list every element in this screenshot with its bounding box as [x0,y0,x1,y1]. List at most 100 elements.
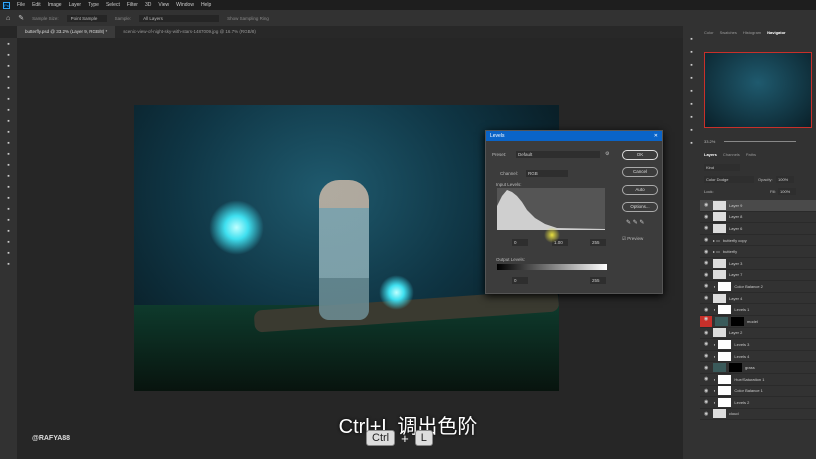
marquee-tool-icon[interactable]: ▪ [5,52,13,60]
zoom-tool-icon[interactable]: ▪ [5,261,13,269]
channel-select[interactable]: RGB [526,170,568,177]
properties-panel-icon[interactable]: ▪ [688,62,696,70]
tab-night-sky[interactable]: scenic-view-of-night-sky-with-stars-1487… [115,26,264,38]
crop-tool-icon[interactable]: ▪ [5,85,13,93]
visibility-eye-icon[interactable]: ◉ [704,365,710,371]
layer-row[interactable]: ◉ Layer 3 [700,258,816,270]
tab-histogram[interactable]: Histogram [743,30,761,35]
sample-size-select[interactable]: Point Sample [66,14,107,22]
layer-row[interactable]: ◉ ◑ Color Balance 2 [700,281,816,293]
sample-select[interactable]: All Layers [139,14,220,22]
stamp-tool-icon[interactable]: ▪ [5,140,13,148]
blend-mode-select[interactable]: Color Dodge [704,176,754,183]
visibility-eye-icon[interactable]: ◉ [704,225,710,231]
fill-field[interactable]: 100% [778,188,796,195]
history-panel-icon[interactable]: ▪ [688,36,696,44]
lasso-tool-icon[interactable]: ▪ [5,63,13,71]
show-sampling-ring-checkbox[interactable]: Show Sampling Ring [227,16,269,21]
eraser-tool-icon[interactable]: ▪ [5,162,13,170]
ok-button[interactable]: OK [622,150,658,160]
layer-row[interactable]: ◉ ▸ ▭ butterfly [700,246,816,258]
layer-row[interactable]: ◉ ◑ Levels 4 [700,351,816,363]
menu-filter[interactable]: Filter [127,2,138,8]
input-white-field[interactable]: 255 [590,239,606,246]
blur-tool-icon[interactable]: ▪ [5,184,13,192]
visibility-eye-icon[interactable]: ◉ [700,315,712,327]
layer-row[interactable]: ◉ Layer 7 [700,270,816,282]
preset-select[interactable]: Default [516,151,600,158]
layer-row[interactable]: ◉ Layer 8 [700,212,816,224]
visibility-eye-icon[interactable]: ◉ [704,341,710,347]
gradient-tool-icon[interactable]: ▪ [5,173,13,181]
type-tool-icon[interactable]: ▪ [5,217,13,225]
navigator-zoom-slider[interactable] [724,141,796,142]
layer-row[interactable]: ◉ ◑ Levels 2 [700,397,816,409]
move-tool-icon[interactable]: ▪ [5,41,13,49]
visibility-eye-icon[interactable]: ◉ [704,214,710,220]
history-brush-tool-icon[interactable]: ▪ [5,151,13,159]
layer-row[interactable]: ◉ ◑ Levels 3 [700,339,816,351]
visibility-eye-icon[interactable]: ◉ [704,295,710,301]
options-button[interactable]: Options... [622,202,658,212]
menu-layer[interactable]: Layer [69,2,82,8]
layer-row[interactable]: ◉ grass [700,362,816,374]
menu-view[interactable]: View [158,2,169,8]
tab-swatches[interactable]: Swatches [720,30,737,35]
menu-window[interactable]: Window [176,2,194,8]
tab-paths[interactable]: Paths [746,152,756,157]
eyedropper-icon[interactable]: ✎ [18,14,24,22]
visibility-eye-icon[interactable]: ◉ [704,260,710,266]
input-black-field[interactable]: 0 [512,239,528,246]
eyedropper-icons[interactable]: ✎ ✎ ✎ [626,219,644,226]
tab-butterfly[interactable]: butterfly.psd @ 33.2% (Layer 9, RGB/8) * [17,26,116,38]
paragraph-panel-icon[interactable]: ▪ [688,127,696,135]
layer-row[interactable]: ◉ ▸ ▭ butterfly copy [700,235,816,247]
output-black-field[interactable]: 0 [512,277,528,284]
layer-row[interactable]: ◉ Layer 4 [700,293,816,305]
visibility-eye-icon[interactable]: ◉ [704,376,710,382]
opacity-field[interactable]: 100% [776,176,794,183]
styles-panel-icon[interactable]: ▪ [688,101,696,109]
visibility-eye-icon[interactable]: ◉ [704,399,710,405]
layer-row[interactable]: ◉ model [700,315,816,328]
menu-3d[interactable]: 3D [145,2,151,8]
layer-row[interactable]: ◉ Layer 6 [700,223,816,235]
layer-row[interactable]: ◉ ◑ Levels 1 [700,304,816,316]
tab-color[interactable]: Color [704,30,714,35]
menu-edit[interactable]: Edit [32,2,41,8]
output-white-field[interactable]: 255 [590,277,606,284]
preset-gear-icon[interactable]: ⚙ [605,151,609,157]
visibility-eye-icon[interactable]: ◉ [704,283,710,289]
layer-filter-select[interactable]: Kind [704,164,740,171]
tab-channels[interactable]: Channels [723,152,740,157]
path-select-tool-icon[interactable]: ▪ [5,228,13,236]
shape-tool-icon[interactable]: ▪ [5,239,13,247]
visibility-eye-icon[interactable]: ◉ [704,388,710,394]
layers-comp-panel-icon[interactable]: ▪ [688,140,696,148]
frame-tool-icon[interactable]: ▪ [5,96,13,104]
navigator-zoom[interactable]: 33.2% [704,139,715,144]
visibility-eye-icon[interactable]: ◉ [704,353,710,359]
layer-row[interactable]: ◉ ◑ Color Balance 1 [700,386,816,398]
auto-button[interactable]: Auto [622,185,658,195]
menu-image[interactable]: Image [48,2,62,8]
close-icon[interactable]: ✕ [654,133,658,139]
tab-layers[interactable]: Layers [704,152,717,157]
brushes-panel-icon[interactable]: ▪ [688,49,696,57]
quick-select-tool-icon[interactable]: ▪ [5,74,13,82]
layer-row[interactable]: ◉ ◑ Hue/Saturation 1 [700,374,816,386]
eyedropper-tool-icon[interactable]: ▪ [5,107,13,115]
layer-row[interactable]: ◉ Layer 9 [700,200,816,212]
cancel-button[interactable]: Cancel [622,167,658,177]
menu-help[interactable]: Help [201,2,211,8]
menu-type[interactable]: Type [88,2,99,8]
visibility-eye-icon[interactable]: ◉ [704,307,710,313]
menu-file[interactable]: File [17,2,25,8]
brush-tool-icon[interactable]: ▪ [5,129,13,137]
visibility-eye-icon[interactable]: ◉ [704,237,710,243]
home-icon[interactable]: ⌂ [6,15,10,22]
visibility-eye-icon[interactable]: ◉ [704,272,710,278]
visibility-eye-icon[interactable]: ◉ [704,330,710,336]
healing-tool-icon[interactable]: ▪ [5,118,13,126]
output-gradient-slider[interactable] [497,264,607,270]
